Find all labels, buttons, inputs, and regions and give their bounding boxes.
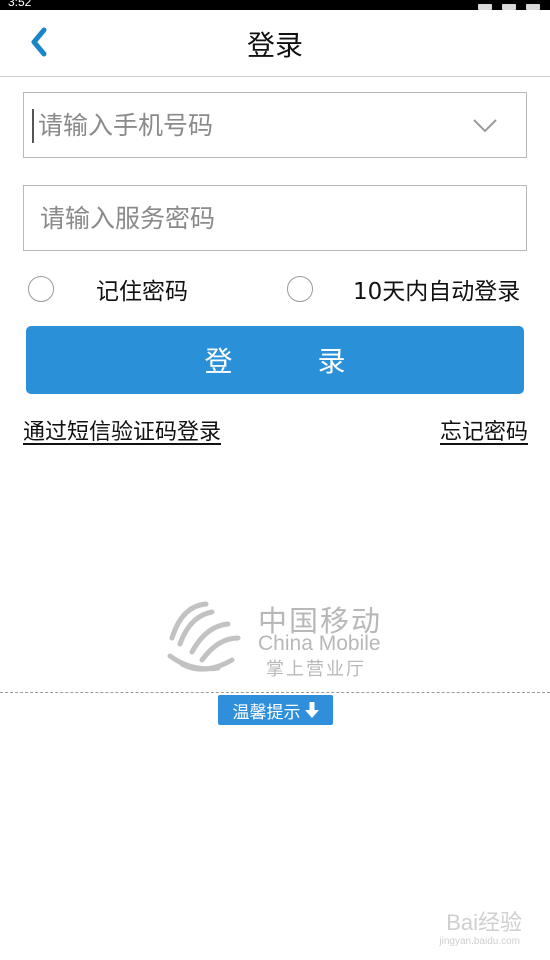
text-caret	[32, 109, 34, 143]
remember-password-label: 记住密码	[96, 279, 188, 305]
auto-login-option[interactable]: 10天内自动登录	[287, 272, 520, 306]
tips-label: 温馨提示	[232, 702, 301, 723]
brand-name-en: China Mobile	[258, 632, 381, 655]
phone-field	[23, 92, 527, 158]
login-button[interactable]: 登 录	[26, 326, 524, 394]
phone-history-dropdown[interactable]	[472, 113, 498, 139]
phone-input[interactable]	[24, 93, 526, 157]
status-icons	[478, 0, 540, 10]
remember-password-radio[interactable]	[28, 276, 54, 302]
forgot-password-link[interactable]: 忘记密码	[440, 414, 528, 446]
auto-login-radio[interactable]	[287, 276, 313, 302]
arrow-down-icon	[304, 702, 319, 718]
page-title: 登录	[246, 29, 303, 62]
password-input[interactable]	[24, 186, 526, 250]
remember-password-option[interactable]: 记住密码	[28, 272, 188, 306]
top-bar: 登录	[0, 10, 550, 77]
divider-dashed	[0, 692, 550, 693]
password-field	[23, 185, 527, 251]
china-mobile-logo-icon	[167, 601, 241, 672]
sms-login-link[interactable]: 通过短信验证码登录	[23, 414, 221, 446]
status-time: 3:52	[8, 0, 32, 9]
auto-login-label: 10天内自动登录	[353, 279, 521, 305]
baidu-watermark-url: jingyan.baidu.com	[439, 936, 520, 947]
china-mobile-brand: 中国移动 China Mobile 掌上营业厅	[162, 598, 402, 680]
baidu-watermark: Bai经验	[446, 910, 522, 935]
status-bar: 3:52	[0, 0, 550, 10]
brand-subtitle: 掌上营业厅	[266, 659, 366, 680]
tips-button[interactable]: 温馨提示	[218, 695, 333, 725]
chevron-down-icon	[473, 119, 497, 133]
